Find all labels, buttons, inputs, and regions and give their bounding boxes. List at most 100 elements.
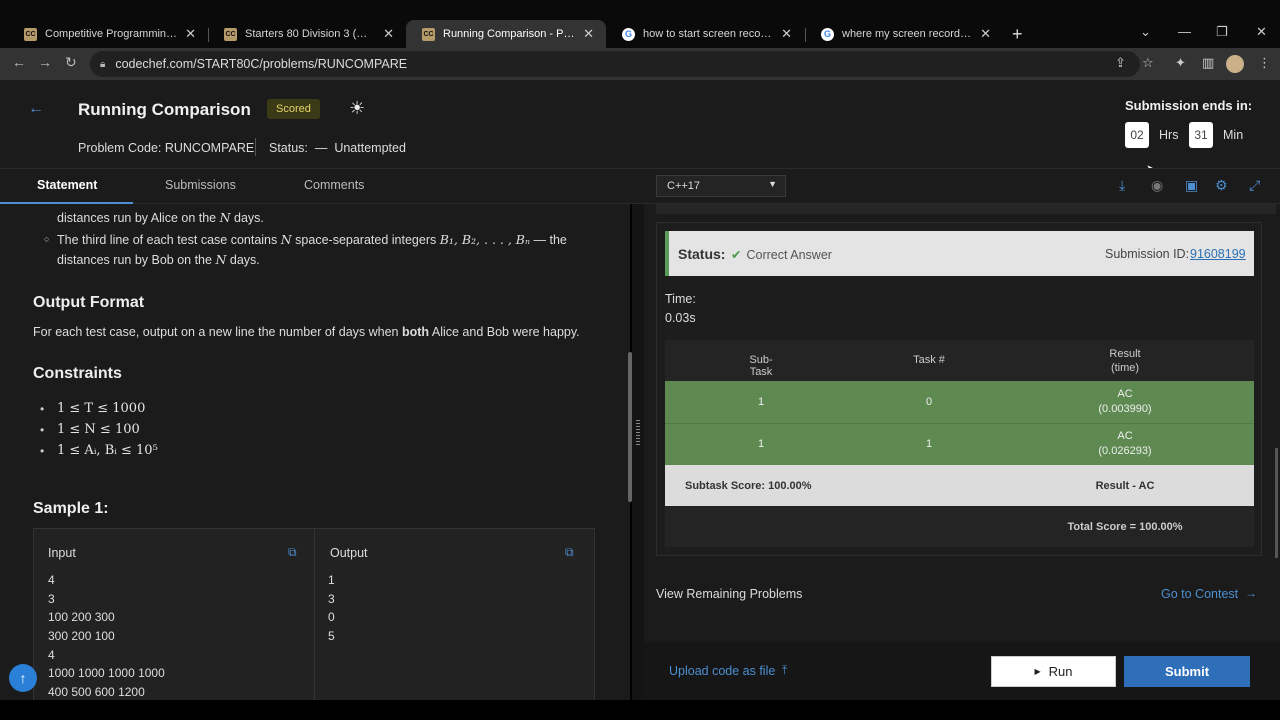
check-icon: ✔ xyxy=(731,248,742,262)
play-icon: ▶ xyxy=(1034,667,1041,676)
codechef-favicon-icon: CC xyxy=(224,27,237,41)
star-icon[interactable]: ☆ xyxy=(1142,55,1154,71)
copy-input-icon[interactable]: ⧉ xyxy=(288,545,297,560)
run-button[interactable]: ▶ Run xyxy=(991,656,1116,687)
language-select[interactable]: C++17 ▼ xyxy=(656,175,786,197)
task-cell: 1 xyxy=(925,438,933,450)
minimize-icon[interactable]: — xyxy=(1178,24,1191,39)
view-remaining-link[interactable]: View Remaining Problems xyxy=(656,587,802,601)
go-to-contest-link[interactable]: Go to Contest xyxy=(1161,587,1238,601)
result-scrollbar[interactable] xyxy=(1275,448,1278,558)
result-cell: AC xyxy=(1117,388,1133,400)
result-cell: AC xyxy=(1117,430,1133,442)
browser-tab[interactable]: CC Competitive Programming and C ✕ xyxy=(8,20,208,48)
browser-tab[interactable]: CC Starters 80 Division 3 (Rated) Co ✕ xyxy=(208,20,406,48)
gear-icon[interactable]: ⚙ xyxy=(1215,177,1228,194)
editor-edge xyxy=(656,204,1276,214)
pane-divider[interactable] xyxy=(632,204,644,700)
column-header: Result (time) xyxy=(1109,348,1141,374)
tab-submissions[interactable]: Submissions xyxy=(165,178,236,192)
codechef-favicon-icon: CC xyxy=(422,27,435,41)
browser-tab[interactable]: G how to start screen recording in ✕ xyxy=(606,20,804,48)
new-tab-icon[interactable]: + xyxy=(1012,24,1023,45)
minutes-label: Min xyxy=(1223,128,1244,142)
text-fragment: The third line of each test case contain… xyxy=(57,233,278,247)
constraint-item: 1 ≤ N ≤ 100 xyxy=(57,422,140,437)
close-icon[interactable]: ✕ xyxy=(383,26,394,42)
copy-output-icon[interactable]: ⧉ xyxy=(565,545,574,560)
column-header: Sub-Task xyxy=(749,354,773,378)
theme-toggle-icon[interactable]: ☀ xyxy=(349,98,365,119)
math-var: N xyxy=(280,232,292,247)
restore-icon[interactable]: ❐ xyxy=(1216,24,1228,40)
browser-tab-title: Competitive Programming and C xyxy=(45,28,177,40)
profile-avatar[interactable] xyxy=(1226,55,1244,73)
scroll-top-button[interactable]: ↑ xyxy=(9,664,37,692)
sample-input-line: 4 xyxy=(48,648,55,662)
back-icon[interactable]: ← xyxy=(12,54,26,70)
url-input[interactable]: 🔒︎ codechef.com/START80C/problems/RUNCOM… xyxy=(90,51,1140,77)
upload-code-link[interactable]: Upload code as file xyxy=(669,664,775,678)
arrow-right-icon[interactable]: → xyxy=(1245,586,1257,600)
hours-box: 02 xyxy=(1125,122,1149,148)
text-bold: both xyxy=(401,325,430,339)
browser-tab[interactable]: G where my screen record store in ✕ xyxy=(805,20,1003,48)
close-icon[interactable]: ✕ xyxy=(980,26,991,42)
time-value: 0.03s xyxy=(665,311,696,325)
problem-code: Problem Code: RUNCOMPARE xyxy=(78,141,255,155)
forward-icon[interactable]: → xyxy=(38,54,52,70)
status-text: Correct Answer xyxy=(746,248,832,262)
subtask-score: Subtask Score: 100.00% xyxy=(685,480,812,492)
drag-handle-icon[interactable] xyxy=(636,420,640,446)
address-bar-row: ← → ↻ 🔒︎ codechef.com/START80C/problems/… xyxy=(0,48,1280,80)
browser-tab-active[interactable]: CC Running Comparison - Problems ✕ xyxy=(406,20,606,48)
download-icon[interactable]: ⤓ xyxy=(1119,177,1125,194)
sample-output-label: Output xyxy=(330,546,368,560)
problem-header: ← Running Comparison Scored ☀ Problem Co… xyxy=(0,80,1280,168)
constraints-heading: Constraints xyxy=(33,365,122,382)
submission-id-link[interactable]: 91608199 xyxy=(1190,247,1246,261)
output-format-heading: Output Format xyxy=(33,294,145,311)
reset-icon[interactable]: ◉ xyxy=(1151,177,1163,194)
upload-icon[interactable]: ⤒ xyxy=(782,663,787,678)
sample-input-line: 1000 1000 1000 1000 xyxy=(48,666,165,680)
subtask-score-row: Subtask Score: 100.00% Result - AC xyxy=(665,465,1254,506)
extensions-icon[interactable]: ✦ xyxy=(1175,55,1186,71)
result-status-value: ✔ Correct Answer xyxy=(731,247,832,262)
sample-output-line: 0 xyxy=(328,610,335,624)
close-icon[interactable]: ✕ xyxy=(583,26,594,42)
constraint-item: 1 ≤ T ≤ 1000 xyxy=(57,401,146,416)
back-arrow-icon[interactable]: ← xyxy=(28,100,44,118)
sample-input-label: Input xyxy=(48,546,76,560)
close-icon[interactable]: ✕ xyxy=(781,26,792,42)
share-icon[interactable]: ⇪ xyxy=(1115,55,1126,71)
window-close-icon[interactable]: ✕ xyxy=(1256,24,1267,40)
table-row: 1 1 AC (0.026293) xyxy=(665,424,1254,465)
save-icon[interactable]: ▣ xyxy=(1185,177,1198,194)
reload-icon[interactable]: ↻ xyxy=(65,54,77,71)
text-fragment: space-separated integers xyxy=(295,233,437,247)
statement-line: distances run by Alice on the N days. xyxy=(57,208,264,228)
problem-title: Running Comparison xyxy=(78,100,251,119)
menu-icon[interactable]: ⋮ xyxy=(1258,55,1271,71)
status-value: Unattempted xyxy=(334,141,406,155)
text-fragment: Alice and Bob were happy. xyxy=(431,325,580,339)
text-fragment: distances run by Alice on the xyxy=(57,211,217,225)
arrow-up-icon: ↑ xyxy=(19,670,27,686)
sample-heading: Sample 1: xyxy=(33,500,109,517)
sample-io-box: Input ⧉ Output ⧉ 4 3 100 200 300 300 200… xyxy=(33,528,595,700)
browser-tab-title: Running Comparison - Problems xyxy=(443,28,575,40)
task-cell: 0 xyxy=(925,396,933,408)
submit-button[interactable]: Submit xyxy=(1124,656,1250,687)
tab-statement[interactable]: Statement xyxy=(37,178,97,192)
tab-comments[interactable]: Comments xyxy=(304,178,364,192)
submission-id-label: Submission ID: xyxy=(1105,247,1190,261)
close-icon[interactable]: ✕ xyxy=(185,26,196,42)
fullscreen-icon[interactable]: ⤢ xyxy=(1249,177,1260,194)
tab-search-chevron-icon[interactable]: ⌄ xyxy=(1140,24,1151,40)
side-panel-icon[interactable]: ▥ xyxy=(1202,55,1214,71)
problem-tabs: Statement Submissions Comments C++17 ▼ ⤓… xyxy=(0,168,1280,204)
header-divider xyxy=(255,138,256,156)
minutes-box: 31 xyxy=(1189,122,1213,148)
submission-ends-label: Submission ends in: xyxy=(1125,98,1253,113)
